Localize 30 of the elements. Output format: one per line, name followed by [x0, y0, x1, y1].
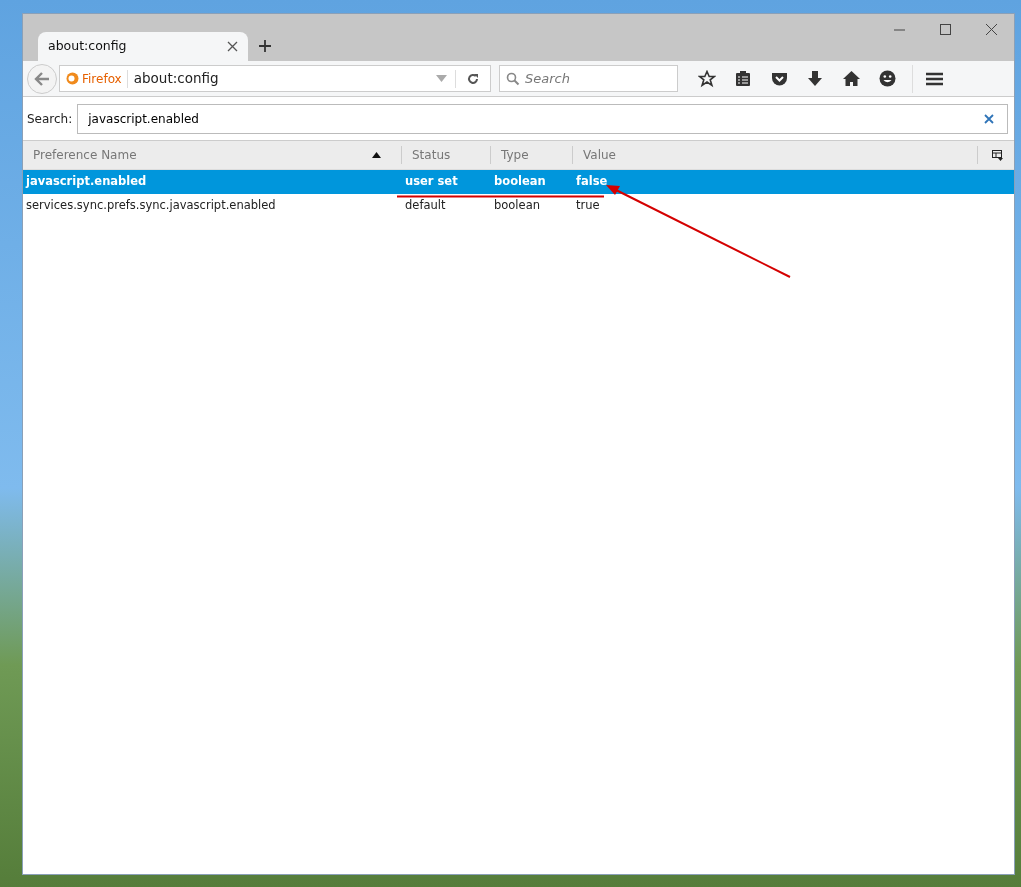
- search-icon: [506, 71, 520, 86]
- search-placeholder: Search: [525, 69, 570, 88]
- status-cell: user set: [405, 174, 458, 189]
- new-tab-icon[interactable]: [258, 39, 272, 53]
- type-cell: boolean: [494, 174, 546, 189]
- firefox-icon: [66, 72, 79, 85]
- preference-name: services.sync.prefs.sync.javascript.enabled: [26, 198, 276, 213]
- table-row[interactable]: services.sync.prefs.sync.javascript.enabled default boolean true: [23, 194, 1014, 218]
- type-cell: boolean: [494, 198, 540, 213]
- search-label: Search:: [27, 110, 73, 128]
- column-header[interactable]: Type: [491, 141, 572, 169]
- table-row[interactable]: javascript.enabled user set boolean false: [23, 170, 1014, 194]
- back-arrow-icon: [34, 71, 50, 86]
- search-field[interactable]: Search: [499, 65, 678, 92]
- status-cell: default: [405, 198, 446, 213]
- reload-icon[interactable]: [466, 71, 480, 86]
- preference-name: javascript.enabled: [26, 174, 147, 189]
- value-cell: true: [576, 198, 600, 213]
- column-header[interactable]: Value: [573, 141, 977, 169]
- filter-field[interactable]: javascript.enabled: [77, 103, 1008, 134]
- column-header[interactable]: Preference Name: [23, 141, 401, 169]
- address-bar[interactable]: Firefox about:config: [59, 65, 491, 92]
- browser-tab[interactable]: about:config: [38, 32, 248, 61]
- clear-icon[interactable]: [984, 113, 994, 124]
- url-text: about:config: [132, 69, 220, 89]
- identity-label[interactable]: Firefox: [66, 69, 128, 88]
- value-cell: false: [576, 174, 608, 189]
- back-button[interactable]: [27, 63, 57, 94]
- close-icon[interactable]: [227, 41, 238, 52]
- column-header[interactable]: Status: [402, 141, 490, 169]
